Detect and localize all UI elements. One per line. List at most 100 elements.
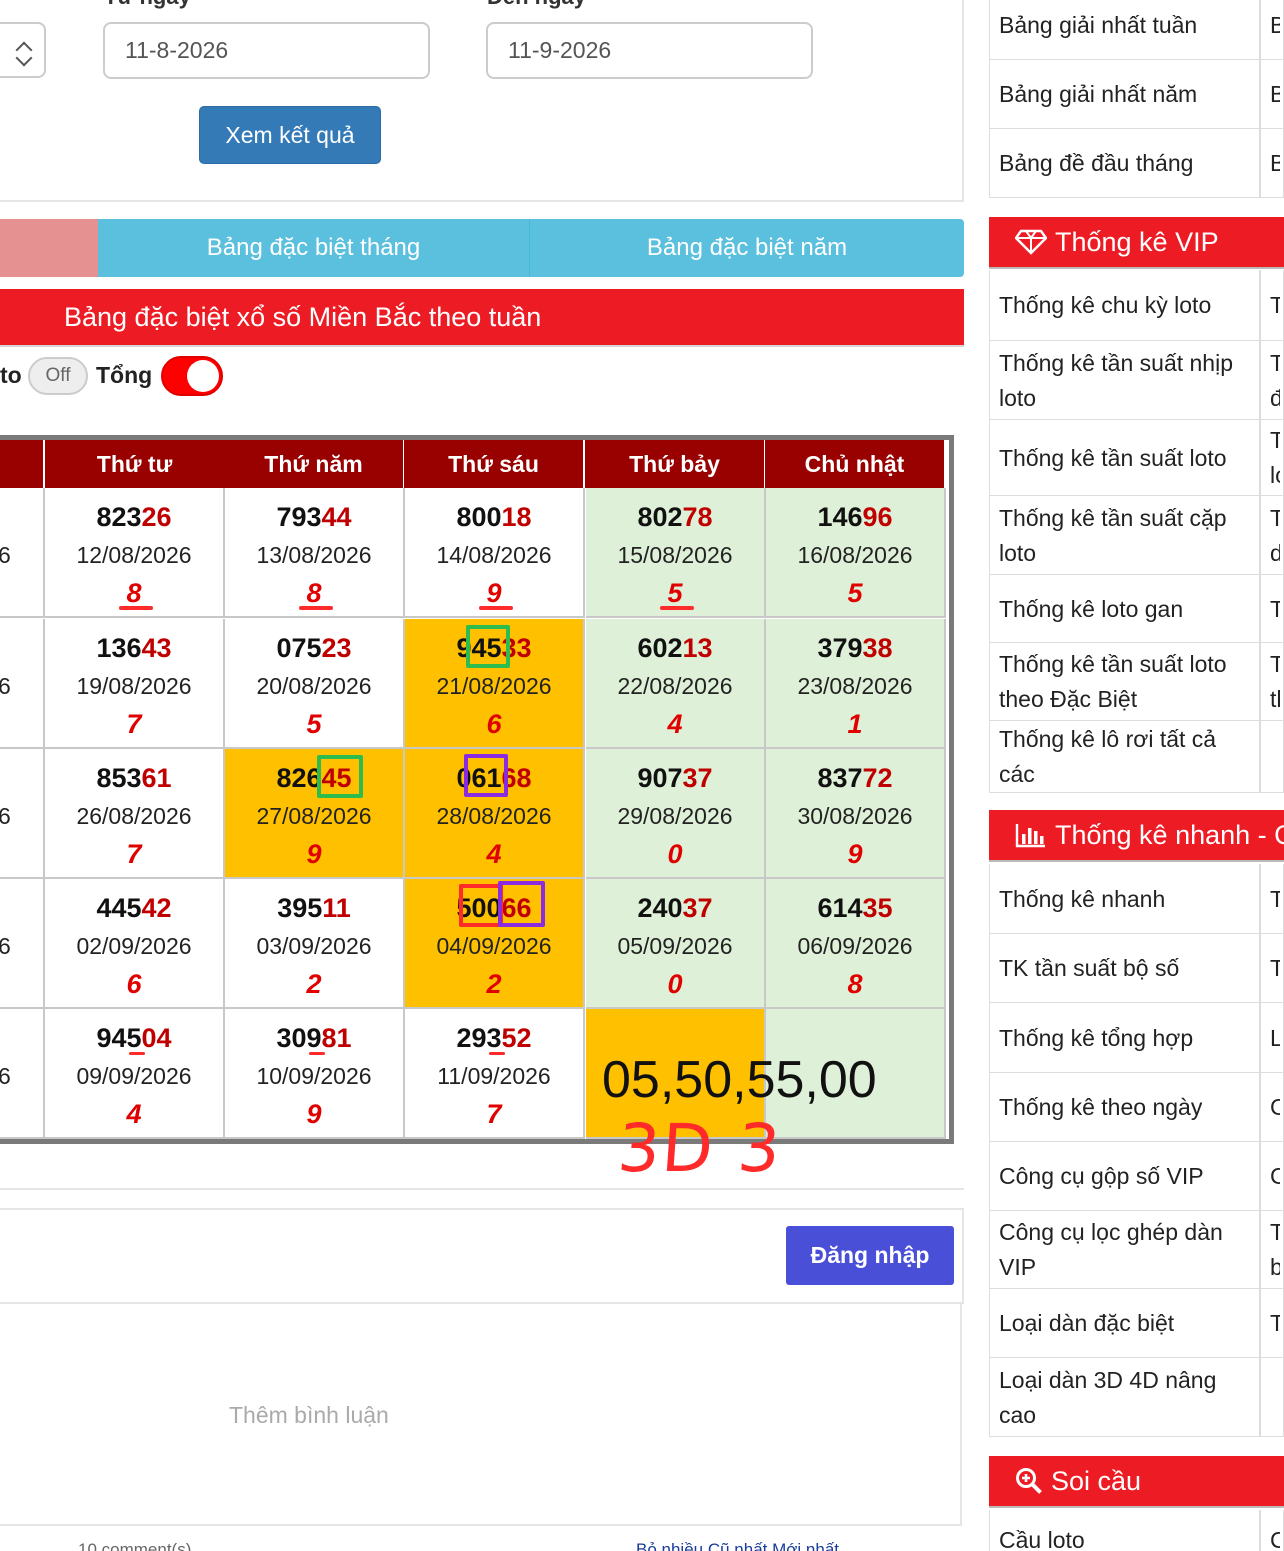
prize-number-tail: 44 <box>321 502 352 532</box>
sidebar-link-desc: B <box>1270 81 1280 107</box>
partial-date: 6 <box>0 542 11 568</box>
digit-total: 2 <box>486 969 502 999</box>
prize-number-tail: 78 <box>682 502 713 532</box>
table-cell: 61435 06/09/2026 8 <box>766 879 946 1009</box>
digit-total: 0 <box>667 969 683 999</box>
prize-number: 85361 <box>45 763 223 794</box>
draw-date: 30/08/2026 <box>797 803 913 829</box>
sidebar-link[interactable]: Thống kê nhanh T <box>989 864 1284 934</box>
total-toggle-label: Tổng <box>96 362 153 388</box>
sidebar-link[interactable]: Bảng giải nhất năm B <box>989 60 1284 129</box>
table-cell: 60213 22/08/2026 4 <box>586 619 766 749</box>
tab-year[interactable]: Bảng đặc biệt năm <box>530 219 964 277</box>
draw-date: 05/09/2026 <box>617 933 733 959</box>
sidebar-section-title: Soi cầu <box>1051 1465 1142 1496</box>
sidebar-link-desc: T <box>1270 292 1280 318</box>
to-date-input[interactable] <box>486 22 813 79</box>
sidebar-link-label: Thống kê tần suất loto theo Đặc Biệt <box>999 651 1227 712</box>
sidebar-link[interactable]: Thống kê chu kỳ loto T <box>989 270 1284 341</box>
digit-total: 9 <box>306 839 322 869</box>
sidebar-link-desc: T <box>1270 595 1280 622</box>
to-date-label: Đến ngày <box>487 0 586 10</box>
sidebar-link[interactable]: Thống kê tần suất loto T lo <box>989 420 1284 496</box>
sidebar-link[interactable]: TK tần suất bộ số T <box>989 934 1284 1003</box>
tab-month[interactable]: Bảng đặc biệt tháng <box>98 219 530 277</box>
comment-box[interactable] <box>0 1304 962 1526</box>
sidebar-link[interactable]: Bảng đề đầu tháng B <box>989 129 1284 198</box>
prize-number-prefix: 802 <box>637 502 683 532</box>
digit-total: 6 <box>126 969 142 999</box>
sidebar-divider <box>1259 1289 1261 1357</box>
digit-total: 8 <box>126 578 142 608</box>
sidebar-link-desc: T d <box>1270 504 1280 566</box>
sidebar-divider <box>1259 60 1261 128</box>
handwritten-underline <box>489 1052 505 1055</box>
prize-number-prefix: 614 <box>817 893 863 923</box>
comment-sort-links[interactable]: Bỏ nhiều Cũ nhất Mới nhất <box>636 1540 839 1551</box>
sidebar-divider <box>1259 0 1261 59</box>
partial-date: 6 <box>0 933 11 959</box>
sidebar-link[interactable]: Thống kê loto gan T <box>989 575 1284 643</box>
view-results-button[interactable]: Xem kết quả <box>199 106 381 164</box>
sidebar-link[interactable]: Thống kê tần suất nhịp loto T đ <box>989 341 1284 420</box>
sidebar-link[interactable]: Thống kê theo ngày C <box>989 1073 1284 1142</box>
from-date-input[interactable] <box>103 22 430 79</box>
draw-date: 26/08/2026 <box>76 803 192 829</box>
table-cell: 94504 09/09/2026 4 <box>45 1009 225 1139</box>
digit-total: 9 <box>486 578 502 608</box>
prize-number: 79344 <box>225 502 403 533</box>
tab-week[interactable] <box>0 219 98 277</box>
prize-number-prefix: 800 <box>456 502 502 532</box>
table-cell: 37938 23/08/2026 1 <box>766 619 946 749</box>
sidebar-link[interactable]: Thống kê lô rơi tất cả các <box>989 721 1284 793</box>
draw-date: 19/08/2026 <box>76 673 192 699</box>
sidebar-link[interactable]: Thống kê tổng hợp L <box>989 1003 1284 1073</box>
digit-total: 7 <box>126 839 142 869</box>
prize-number-tail: 43 <box>141 633 172 663</box>
handwritten-underline <box>479 606 513 610</box>
sidebar-link-desc: C <box>1270 1526 1280 1551</box>
prize-number-tail: 52 <box>501 1023 532 1053</box>
prize-number-prefix: 240 <box>637 893 683 923</box>
column-header: Thứ bảy <box>585 440 764 488</box>
total-toggle[interactable] <box>161 356 223 396</box>
digit-total: 5 <box>847 578 863 608</box>
table-cell: 79344 13/08/2026 8 <box>225 488 405 618</box>
sidebar-link[interactable]: Thống kê tần suất loto theo Đặc Biệt T th <box>989 643 1284 721</box>
draw-date: 09/09/2026 <box>76 1063 192 1089</box>
prize-number: 44542 <box>45 893 223 924</box>
sidebar-header-soi: Soi cầu <box>989 1456 1284 1508</box>
sidebar-link-desc: B <box>1270 11 1280 38</box>
sidebar-section-title: Thống kê nhanh - C <box>1055 819 1284 850</box>
prize-number-prefix: 395 <box>277 893 323 923</box>
digit-total: 4 <box>126 1099 142 1129</box>
sidebar-link-label: Loại dàn 3D 4D nâng cao <box>999 1366 1217 1428</box>
column-header-partial <box>0 440 43 488</box>
select-stepper[interactable] <box>0 22 46 78</box>
prize-number: 30981 <box>225 1023 403 1054</box>
sidebar-link-label: Cầu loto <box>999 1526 1085 1551</box>
digit-total: 7 <box>486 1099 502 1129</box>
sidebar-link[interactable]: Công cụ gộp số VIP C <box>989 1142 1284 1211</box>
login-button[interactable]: Đăng nhập <box>786 1226 954 1285</box>
prize-number-tail: 35 <box>862 893 893 923</box>
sidebar-link[interactable]: Loại dàn 3D 4D nâng cao <box>989 1358 1284 1437</box>
from-date-label: Từ ngày <box>104 0 191 10</box>
draw-date: 22/08/2026 <box>617 673 733 699</box>
prize-number: 61435 <box>766 893 944 924</box>
prize-number-tail: 38 <box>862 633 893 663</box>
sidebar-link[interactable]: Thống kê tần suất cặp loto T d <box>989 496 1284 575</box>
sidebar-link-desc: L <box>1270 1024 1280 1051</box>
sidebar-header-quick: Thống kê nhanh - C <box>989 810 1284 862</box>
prize-number-tail: 37 <box>682 763 713 793</box>
digit-total: 8 <box>306 578 322 608</box>
prize-number: 37938 <box>766 633 944 664</box>
prize-number: 60213 <box>586 633 764 664</box>
sidebar-link[interactable]: Loại dàn đặc biệt T <box>989 1289 1284 1358</box>
loto-toggle[interactable]: Off <box>28 357 88 395</box>
sidebar-link[interactable]: Công cụ lọc ghép dàn VIP T b <box>989 1211 1284 1289</box>
annotation-box-green <box>317 755 363 798</box>
sidebar-link[interactable]: Cầu loto C <box>989 1510 1284 1551</box>
sidebar-divider <box>1259 575 1261 642</box>
sidebar-link[interactable]: Bảng giải nhất tuần B <box>989 0 1284 60</box>
